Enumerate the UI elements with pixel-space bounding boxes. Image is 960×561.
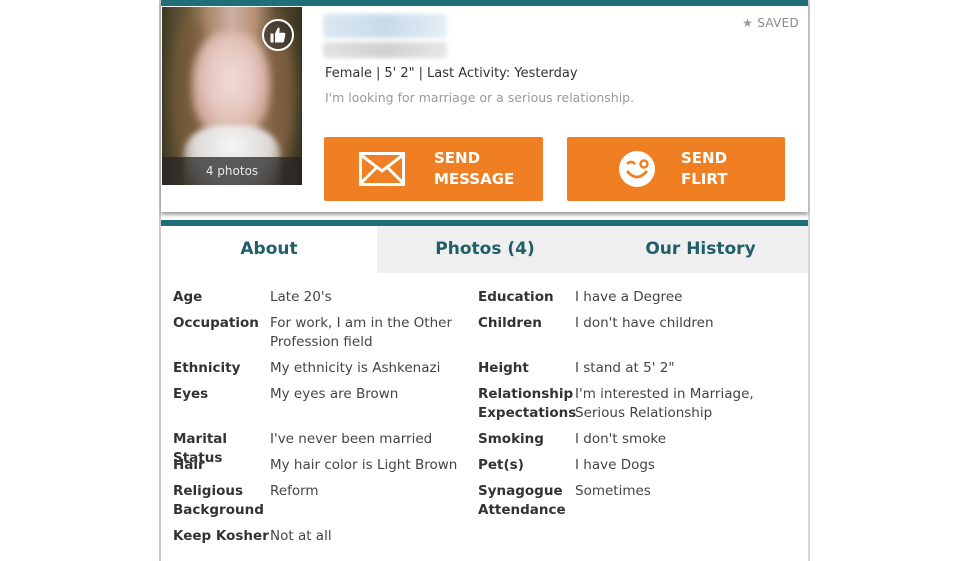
star-icon: ★	[742, 16, 754, 30]
detail-value: I have Dogs	[575, 457, 655, 473]
detail-label: Ethnicity	[173, 360, 241, 376]
thumbs-up-icon[interactable]	[262, 19, 294, 51]
detail-label: Occupation	[173, 315, 259, 331]
looking-for: I'm looking for marriage or a serious re…	[325, 90, 635, 105]
detail-value: My eyes are Brown	[270, 386, 399, 402]
tab-about[interactable]: About	[161, 226, 377, 273]
separator: |	[418, 66, 424, 81]
last-activity: Last Activity: Yesterday	[427, 66, 578, 81]
detail-label: Height	[478, 360, 529, 376]
detail-value: Not at all	[270, 528, 332, 544]
saved-indicator[interactable]: ★ SAVED	[742, 16, 799, 30]
detail-label: Hair	[173, 457, 205, 473]
detail-value: I have a Degree	[575, 289, 683, 305]
profile-location-redacted	[323, 42, 447, 58]
detail-label: Eyes	[173, 386, 209, 402]
detail-label: Relationship Expectations	[478, 386, 577, 421]
photo-count[interactable]: 4 photos	[162, 157, 302, 185]
detail-value: I've never been married	[270, 431, 433, 447]
detail-value: My ethnicity is Ashkenazi	[270, 360, 441, 376]
send-flirt-button[interactable]: SEND FLIRT	[567, 137, 785, 201]
detail-label: Synagogue Attendance	[478, 483, 566, 518]
separator: |	[376, 66, 381, 81]
envelope-icon	[358, 149, 406, 189]
detail-value: Sometimes	[575, 483, 651, 499]
profile-tabs: About Photos (4) Our History	[161, 220, 808, 273]
detail-value: Late 20's	[270, 289, 332, 305]
profile-card: 4 photos ★ SAVED Female | 5' 2" | Last Activi…	[161, 0, 808, 212]
detail-value: Reform	[270, 483, 319, 499]
detail-value: For work, I am in the Other Profession f…	[270, 315, 452, 350]
detail-label: Keep Kosher	[173, 528, 269, 544]
detail-value: I don't have children	[575, 315, 714, 331]
send-message-line2: MESSAGE	[434, 170, 515, 188]
profile-summary: Female | 5' 2" | Last Activity: Yesterday	[325, 66, 578, 81]
photo-blur-face	[192, 31, 270, 139]
detail-value: I stand at 5' 2"	[575, 360, 675, 376]
detail-label: Age	[173, 289, 203, 305]
detail-label: Religious Background	[173, 483, 264, 518]
height: 5' 2"	[384, 66, 415, 81]
detail-value: I don't smoke	[575, 431, 667, 447]
detail-label: Education	[478, 289, 554, 305]
send-flirt-line2: FLIRT	[681, 170, 728, 188]
send-message-line1: SEND	[434, 149, 481, 167]
detail-value: My hair color is Light Brown	[270, 457, 458, 473]
detail-label: Children	[478, 315, 542, 331]
send-message-button[interactable]: SEND MESSAGE	[324, 137, 543, 201]
gender: Female	[325, 66, 373, 81]
profile-name-redacted	[323, 14, 447, 38]
detail-label: Pet(s)	[478, 457, 524, 473]
detail-label: Smoking	[478, 431, 544, 447]
send-flirt-line1: SEND	[681, 149, 728, 167]
saved-label: SAVED	[757, 16, 799, 30]
wink-face-icon	[613, 149, 661, 189]
profile-photo[interactable]: 4 photos	[162, 7, 302, 185]
tab-photos[interactable]: Photos (4)	[377, 226, 593, 273]
tab-our-history[interactable]: Our History	[593, 226, 808, 273]
profile-panel: 4 photos ★ SAVED Female | 5' 2" | Last Activi…	[159, 0, 810, 561]
detail-value: I'm interested in Marriage, Serious Rela…	[575, 386, 754, 421]
